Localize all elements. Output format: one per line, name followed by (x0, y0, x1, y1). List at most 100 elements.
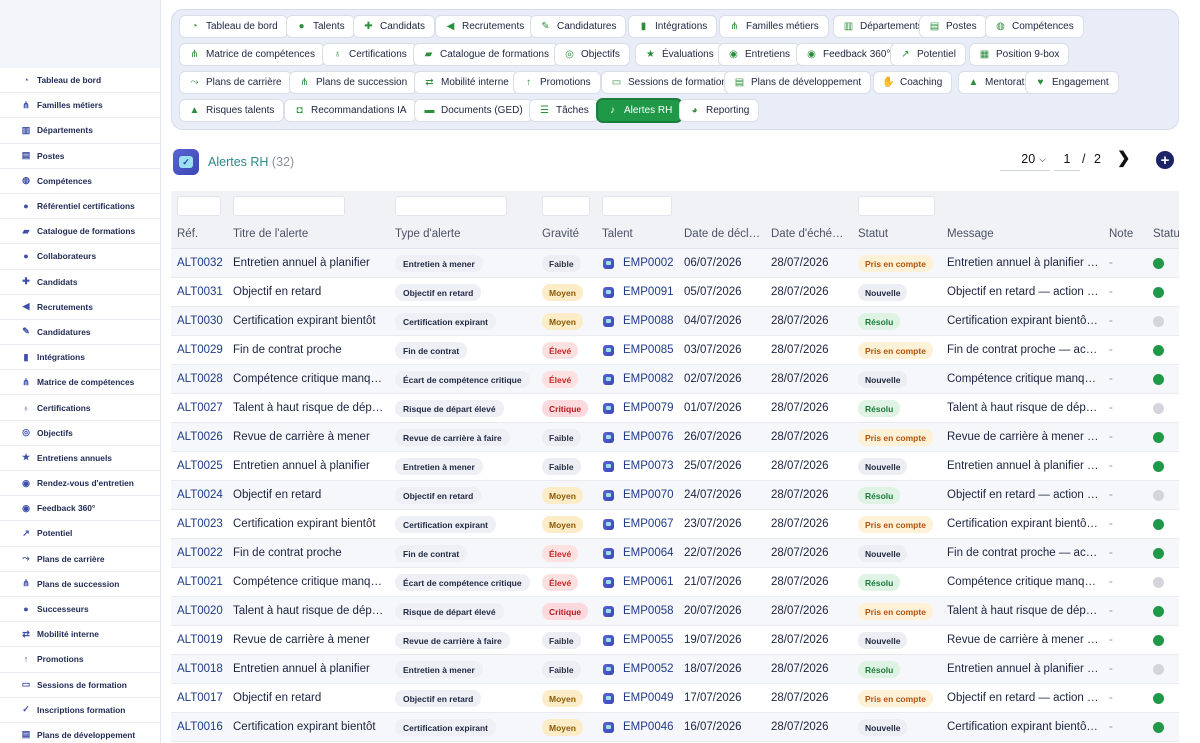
alert-ref-link[interactable]: ALT0023 (177, 518, 223, 530)
page-size-select[interactable]: 20 ⌵ (1000, 148, 1050, 171)
column-header-message[interactable]: Message (947, 228, 1097, 240)
module-chip-familles-metiers[interactable]: ⋔ Familles métiers (719, 15, 829, 38)
filter-talent-input[interactable] (602, 196, 672, 216)
table-row[interactable]: ALT0025 Entretien annuel à planifier Entre… (171, 452, 1179, 481)
sidebar-item-plans-de-developpement[interactable]: ▤ Plans de développement (0, 723, 160, 743)
alert-ref-link[interactable]: ALT0027 (177, 402, 223, 414)
talent-link[interactable]: EMP0067 (623, 518, 674, 530)
filter-titre-input[interactable] (233, 196, 345, 216)
column-header-note[interactable]: Note (1109, 228, 1149, 240)
table-row[interactable]: ALT0029 Fin de contrat proche Fin de contr… (171, 336, 1179, 365)
talent-link[interactable]: EMP0073 (623, 460, 674, 472)
talent-link[interactable]: EMP0055 (623, 634, 674, 646)
filter-statut-input[interactable] (858, 196, 935, 216)
sidebar-item-postes[interactable]: ▤ Postes (0, 144, 160, 169)
sidebar-item-feedback-360[interactable]: ◉ Feedback 360° (0, 496, 160, 522)
talent-link[interactable]: EMP0091 (623, 286, 674, 298)
module-chip-tableau-de-bord[interactable]: ◔ Tableau de bord (179, 15, 288, 38)
alert-ref-link[interactable]: ALT0025 (177, 460, 223, 472)
module-chip-postes[interactable]: ▤ Postes (919, 15, 987, 38)
table-row[interactable]: ALT0016 Certification expirant bientôt Cer… (171, 713, 1179, 742)
module-chip-objectifs[interactable]: ◎ Objectifs (554, 43, 630, 66)
table-row[interactable]: ALT0032 Entretien annuel à planifier Entre… (171, 249, 1179, 278)
module-chip-plans-de-carriere[interactable]: ⤳ Plans de carrière (179, 71, 292, 94)
alert-ref-link[interactable]: ALT0021 (177, 576, 223, 588)
module-chip-candidatures[interactable]: ✎ Candidatures (530, 15, 627, 38)
talent-link[interactable]: EMP0079 (623, 402, 674, 414)
alert-ref-link[interactable]: ALT0029 (177, 344, 223, 356)
module-chip-documents-ged[interactable]: ▬ Documents (GED) (414, 99, 533, 122)
column-header-statut[interactable]: Statut (858, 228, 938, 240)
module-chip-catalogue-de-formations[interactable]: ▰ Catalogue de formations (413, 43, 559, 66)
column-header-ref[interactable]: Réf. (177, 228, 227, 240)
module-chip-position-9-box[interactable]: ▦ Position 9-box (969, 43, 1070, 66)
module-chip-feedback-360[interactable]: ◉ Feedback 360° (796, 43, 901, 66)
alert-ref-link[interactable]: ALT0030 (177, 315, 223, 327)
module-chip-alertes-rh[interactable]: ♪ Alertes RH (597, 99, 683, 122)
table-row[interactable]: ALT0021 Compétence critique manqu… Écart d… (171, 568, 1179, 597)
column-header-gravite[interactable]: Gravité (542, 228, 597, 240)
table-row[interactable]: ALT0019 Revue de carrière à mener Revue de… (171, 626, 1179, 655)
sidebar-item-departements[interactable]: ▥ Départements (0, 118, 160, 144)
alert-ref-link[interactable]: ALT0032 (177, 257, 223, 269)
sidebar-item-mobilite-interne[interactable]: ⇄ Mobilité interne (0, 622, 160, 648)
module-chip-competences[interactable]: ◍ Compétences (985, 15, 1084, 38)
module-chip-potentiel[interactable]: ↗ Potentiel (890, 43, 966, 66)
module-chip-departements[interactable]: ▥ Départements (833, 15, 933, 38)
talent-link[interactable]: EMP0052 (623, 663, 674, 675)
sidebar-item-familles-metiers[interactable]: ⋔ Familles métiers (0, 93, 160, 119)
sidebar-item-referentiel-certifications[interactable]: ● Référentiel certifications (0, 194, 160, 220)
sidebar-item-recrutements[interactable]: ◀ Recrutements (0, 295, 160, 320)
column-header-date-d-eche[interactable]: Date d'éché… (771, 228, 853, 240)
sidebar-item-potentiel[interactable]: ↗ Potentiel (0, 521, 160, 547)
column-header-titre-de-l-alerte[interactable]: Titre de l'alerte (233, 228, 383, 240)
module-chip-plans-de-succession[interactable]: ⋔ Plans de succession (289, 71, 418, 94)
column-header-statut[interactable]: Statut (1153, 228, 1179, 240)
sidebar-item-plans-de-succession[interactable]: ⋔ Plans de succession (0, 572, 160, 597)
talent-link[interactable]: EMP0061 (623, 576, 674, 588)
sidebar-item-inscriptions-formation[interactable]: ✓ Inscriptions formation (0, 698, 160, 723)
talent-link[interactable]: EMP0002 (623, 257, 674, 269)
talent-link[interactable]: EMP0064 (623, 547, 674, 559)
alert-ref-link[interactable]: ALT0026 (177, 431, 223, 443)
sidebar-item-matrice-de-competences[interactable]: ⋔ Matrice de compétences (0, 370, 160, 396)
table-row[interactable]: ALT0028 Compétence critique manqu… Écart d… (171, 365, 1179, 394)
module-chip-integrations[interactable]: ▮ Intégrations (628, 15, 718, 38)
filter-ref-input[interactable] (177, 196, 221, 216)
filter-gravite-input[interactable] (542, 196, 590, 216)
module-chip-plans-de-developpement[interactable]: ▤ Plans de développement (724, 71, 872, 94)
module-chip-talents[interactable]: ● Talents (286, 15, 355, 38)
table-row[interactable]: ALT0022 Fin de contrat proche Fin de contr… (171, 539, 1179, 568)
module-chip-recrutements[interactable]: ◀ Recrutements (435, 15, 535, 38)
add-alert-button[interactable]: + (1156, 151, 1174, 169)
sidebar-item-rendez-vous-d-entretien[interactable]: ◉ Rendez-vous d'entretien (0, 471, 160, 497)
table-row[interactable]: ALT0030 Certification expirant bientôt Cer… (171, 307, 1179, 336)
module-chip-engagement[interactable]: ♥ Engagement (1025, 71, 1119, 94)
sidebar-item-integrations[interactable]: ▮ Intégrations (0, 345, 160, 371)
module-chip-mentorat[interactable]: ▲ Mentorat (958, 71, 1035, 94)
module-chip-certifications[interactable]: ♁ Certifications (322, 43, 417, 66)
talent-link[interactable]: EMP0082 (623, 373, 674, 385)
talent-link[interactable]: EMP0085 (623, 344, 674, 356)
alert-ref-link[interactable]: ALT0018 (177, 663, 223, 675)
next-page-button[interactable]: ❯ (1117, 148, 1130, 168)
sidebar-item-sessions-de-formation[interactable]: ▭ Sessions de formation (0, 673, 160, 698)
talent-link[interactable]: EMP0088 (623, 315, 674, 327)
column-header-date-de-decl[interactable]: Date de décl… (684, 228, 766, 240)
module-chip-risques-talents[interactable]: ▲ Risques talents (179, 99, 285, 122)
sidebar-item-candidatures[interactable]: ✎ Candidatures (0, 320, 160, 346)
sidebar-item-catalogue-de-formations[interactable]: ▰ Catalogue de formations (0, 219, 160, 245)
alert-ref-link[interactable]: ALT0022 (177, 547, 223, 559)
sidebar-item-certifications[interactable]: ♁ Certifications (0, 395, 160, 421)
sidebar-item-entretiens-annuels[interactable]: ★ Entretiens annuels (0, 446, 160, 471)
alert-ref-link[interactable]: ALT0028 (177, 373, 223, 385)
talent-link[interactable]: EMP0046 (623, 721, 674, 733)
module-chip-entretiens[interactable]: ◉ Entretiens (718, 43, 801, 66)
sidebar-item-successeurs[interactable]: ● Successeurs (0, 597, 160, 623)
alert-ref-link[interactable]: ALT0019 (177, 634, 223, 646)
module-chip-reporting[interactable]: ◕ Reporting (679, 99, 760, 122)
module-chip-recommandations-ia[interactable]: ◘ Recommandations IA (284, 99, 417, 122)
module-chip-sessions-de-formation[interactable]: ▭ Sessions de formation (601, 71, 737, 94)
module-chip-matrice-de-competences[interactable]: ⋔ Matrice de compétences (179, 43, 325, 66)
column-header-type-d-alerte[interactable]: Type d'alerte (395, 228, 535, 240)
